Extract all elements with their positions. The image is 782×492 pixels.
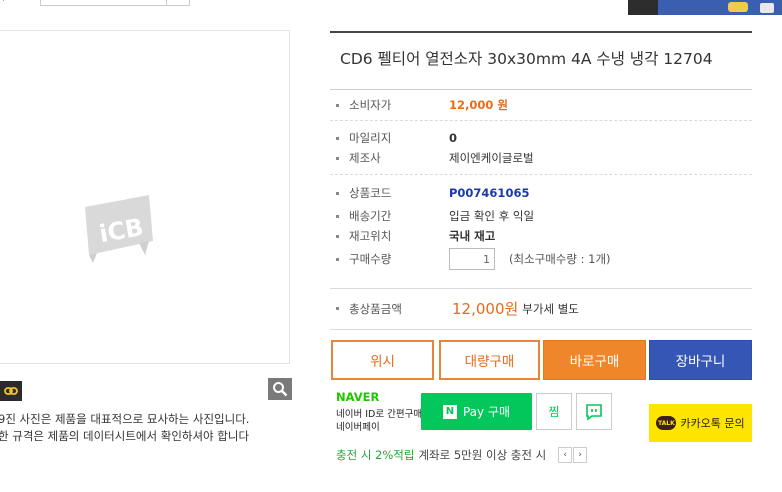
naver-n-icon: N <box>442 404 457 419</box>
naver-talk-button[interactable] <box>576 393 612 430</box>
min-quantity-note: (최소구매수량 : 1개) <box>509 252 611 266</box>
naver-desc-line: 네이버페이 <box>336 422 380 433</box>
info-divider <box>330 120 752 121</box>
link-icon[interactable] <box>0 381 22 401</box>
info-label: 재고위치 <box>349 229 392 243</box>
icb-logo: iCB <box>85 195 153 263</box>
product-image-frame[interactable]: iCB <box>0 30 290 364</box>
info-row-total: 총상품금액 12,000원 부가세 별도 <box>336 298 579 319</box>
mileage-value: 0 <box>449 131 458 145</box>
vat-note: 부가세 별도 <box>522 301 579 316</box>
info-label: 배송기간 <box>349 209 392 223</box>
bullet-dot <box>336 103 339 107</box>
bulk-order-button[interactable]: 대량구매 <box>439 340 540 380</box>
info-divider <box>330 174 752 175</box>
bullet-dot <box>336 136 339 140</box>
wish-button[interactable]: 위시 <box>331 340 434 380</box>
info-row-mileage: 마일리지 0 <box>336 130 457 146</box>
info-row-delivery: 배송기간 입금 확인 후 익일 <box>336 208 534 224</box>
image-notice-line: 한 규격은 제품의 데이터시트에서 확인하셔야 합니다 <box>0 429 250 443</box>
total-price-value: 12,000원 <box>452 300 519 318</box>
bullet-dot <box>336 156 339 160</box>
charge-promo: 충전 시 2%적립 계좌로 5만원 이상 충전 시 ‹ › <box>336 447 588 463</box>
top-option-select[interactable] <box>40 0 190 6</box>
bullet-dot <box>336 257 339 261</box>
info-divider <box>330 288 752 289</box>
add-to-cart-button[interactable]: 장바구니 <box>649 340 752 380</box>
charge-highlight: 충전 시 2%적립 <box>336 448 415 462</box>
info-label: 구매수량 <box>349 252 392 266</box>
banner-block <box>760 3 774 13</box>
kakao-label: 카카오톡 문의 <box>680 417 745 430</box>
bullet-dot <box>336 214 339 218</box>
bullet-dot <box>336 234 339 238</box>
select-divider <box>166 0 167 5</box>
banner-block <box>628 0 658 15</box>
info-label: 총상품금액 <box>349 301 402 316</box>
naver-brand: NAVER <box>336 390 380 404</box>
info-label: 마일리지 <box>349 131 392 145</box>
bullet-dot <box>336 307 339 310</box>
naver-pay-button[interactable]: N Pay 구매 <box>421 393 532 430</box>
info-row-maker: 제조사 제이엔케이글로벌 <box>336 150 534 166</box>
info-row-code: 상품코드 P007461065 <box>336 185 529 201</box>
info-divider <box>330 329 752 330</box>
info-label: 제조사 <box>349 151 381 165</box>
talk-bubble-icon <box>586 403 602 421</box>
maker-value: 제이엔케이글로벌 <box>449 151 534 165</box>
kakao-talk-icon: TALK <box>656 416 677 430</box>
info-label: 소비자가 <box>349 98 392 112</box>
bullet-dot <box>336 191 339 195</box>
zoom-icon[interactable] <box>268 378 292 400</box>
info-label: 상품코드 <box>349 186 392 200</box>
top-fragment-mark: . <box>2 0 10 4</box>
image-notice-line: 9진 사진은 제품을 대표적으로 묘사하는 사진입니다. <box>0 412 250 426</box>
quantity-input[interactable] <box>449 248 495 270</box>
buy-now-button[interactable]: 바로구매 <box>543 340 646 380</box>
consumer-price-value: 12,000 원 <box>449 98 508 112</box>
banner-block <box>728 2 748 12</box>
delivery-value: 입금 확인 후 익일 <box>449 209 535 223</box>
product-title: CD6 펠티어 열전소자 30x30mm 4A 수냉 냉각 12704 <box>340 50 713 68</box>
info-row-stock: 재고위치 국내 재고 <box>336 228 495 244</box>
top-banner[interactable] <box>628 0 782 15</box>
product-code-value: P007461065 <box>449 186 530 200</box>
naver-desc-line: 네이버 ID로 간편구매 <box>336 409 423 420</box>
next-arrow-icon[interactable]: › <box>573 447 588 463</box>
product-title-box: CD6 펠티어 열전소자 30x30mm 4A 수냉 냉각 12704 <box>330 31 752 90</box>
prev-arrow-icon[interactable]: ‹ <box>558 447 573 463</box>
naver-wish-button[interactable]: 찜 <box>536 393 572 430</box>
info-row-quantity: 구매수량 (최소구매수량 : 1개) <box>336 248 611 270</box>
naver-pay-label: Pay 구매 <box>462 405 511 419</box>
info-row-consumer-price: 소비자가 12,000 원 <box>336 97 508 113</box>
stock-value: 국내 재고 <box>449 229 496 243</box>
charge-desc: 계좌로 5만원 이상 충전 시 <box>418 448 547 462</box>
kakao-inquiry-button[interactable]: TALK 카카오톡 문의 <box>649 404 752 442</box>
